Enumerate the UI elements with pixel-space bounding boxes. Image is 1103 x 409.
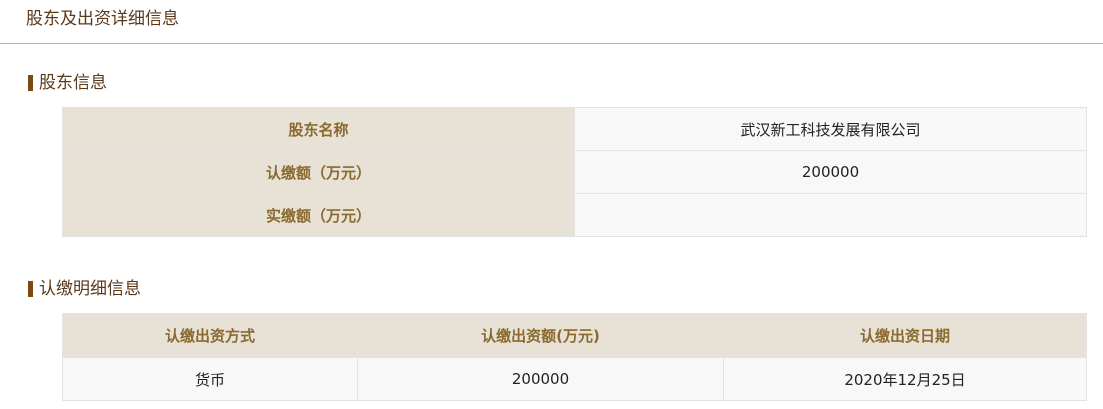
subscription-detail-table: 认缴出资方式 认缴出资额(万元) 认缴出资日期 货币 200000 2020年1… — [62, 313, 1087, 401]
page-title: 股东及出资详细信息 — [26, 9, 179, 29]
table-row: 认缴额（万元） 200000 — [62, 150, 1087, 194]
section-marker-icon — [28, 75, 33, 91]
shareholder-name-label: 股东名称 — [62, 107, 575, 151]
subscribed-amount-label: 认缴额（万元） — [62, 150, 575, 194]
table-row: 股东名称 武汉新工科技发展有限公司 — [62, 107, 1087, 151]
paid-amount-label: 实缴额（万元） — [62, 193, 575, 237]
table-row: 实缴额（万元） — [62, 193, 1087, 237]
shareholder-info-table: 股东名称 武汉新工科技发展有限公司 认缴额（万元） 200000 实缴额（万元） — [62, 107, 1087, 237]
shareholder-section-label: 股东信息 — [39, 73, 107, 93]
table-row: 货币 200000 2020年12月25日 — [62, 357, 1087, 401]
page-header: 股东及出资详细信息 — [0, 0, 1103, 44]
table-header-row: 认缴出资方式 认缴出资额(万元) 认缴出资日期 — [62, 313, 1087, 358]
subscription-section-label: 认缴明细信息 — [39, 279, 141, 299]
shareholder-name-value: 武汉新工科技发展有限公司 — [574, 107, 1087, 151]
subscription-section-title: 认缴明细信息 — [28, 278, 141, 300]
column-header-date: 认缴出资日期 — [723, 313, 1087, 358]
column-header-method: 认缴出资方式 — [62, 313, 358, 358]
paid-amount-value — [574, 193, 1087, 237]
column-header-amount: 认缴出资额(万元) — [357, 313, 724, 358]
section-marker-icon — [28, 281, 33, 297]
cell-method: 货币 — [62, 357, 358, 401]
shareholder-section-title: 股东信息 — [28, 72, 107, 94]
subscribed-amount-value: 200000 — [574, 150, 1087, 194]
cell-date: 2020年12月25日 — [723, 357, 1087, 401]
cell-amount: 200000 — [357, 357, 724, 401]
